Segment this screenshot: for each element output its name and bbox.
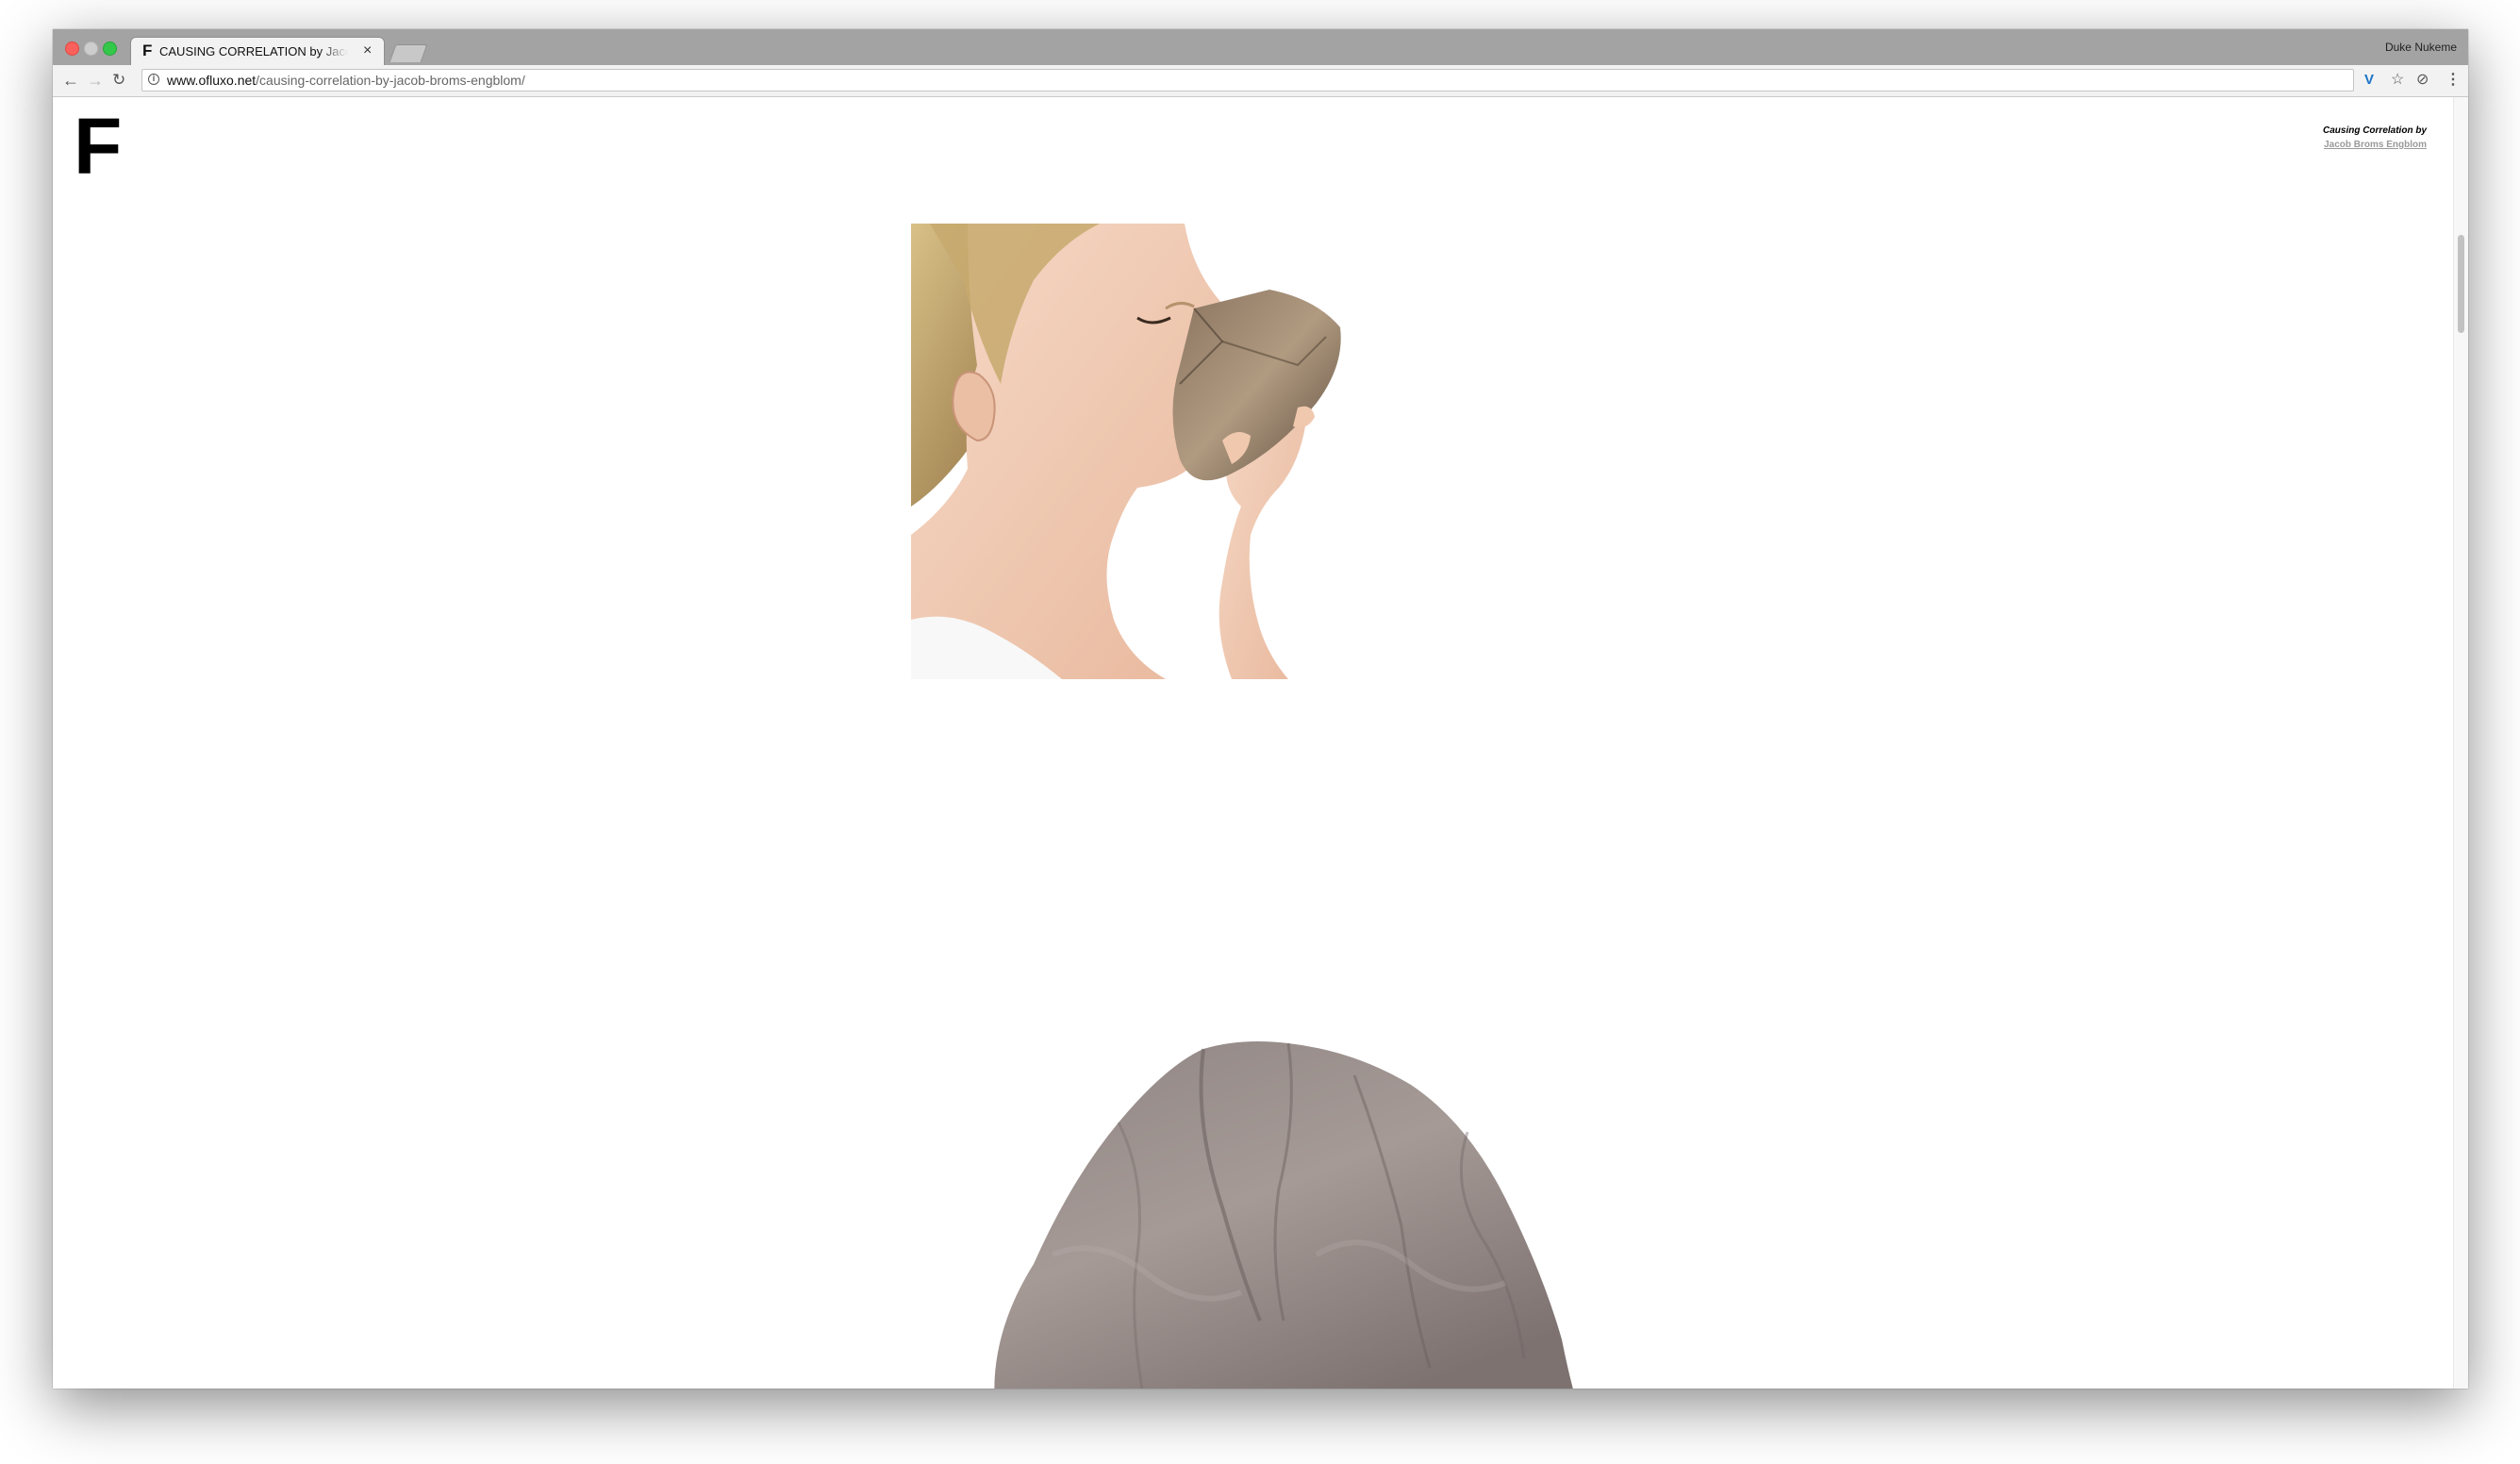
tab-title: CAUSING CORRELATION by Jacob Broms Engbl… <box>159 44 348 58</box>
back-arrow-icon[interactable]: ← <box>62 71 79 90</box>
reload-icon[interactable]: ↻ <box>112 71 125 90</box>
zoom-window-button[interactable] <box>103 42 117 56</box>
extension-icon[interactable]: V <box>2364 71 2374 90</box>
new-tab-button[interactable] <box>389 44 428 62</box>
minimize-window-button[interactable] <box>84 42 98 56</box>
bookmark-star-icon[interactable]: ☆ <box>2391 71 2404 90</box>
site-logo[interactable]: F <box>74 107 122 186</box>
favicon-icon: F <box>142 42 153 59</box>
boulder-illustration <box>994 1041 1573 1389</box>
extension-2-icon[interactable]: ⊘ <box>2416 71 2429 90</box>
info-icon[interactable]: i <box>148 74 159 85</box>
woman-smelling-rock-photo <box>911 224 1356 679</box>
vertical-scrollbar[interactable] <box>2453 97 2468 1389</box>
forward-arrow-icon[interactable]: → <box>87 71 104 90</box>
url-host: www.ofluxo.net <box>167 73 257 88</box>
close-window-button[interactable] <box>65 42 79 56</box>
toolbar: ← → ↻ i www.ofluxo.net/causing-correlati… <box>53 65 2468 97</box>
artwork-credit: Causing Correlation by Jacob Broms Engbl… <box>2323 124 2427 152</box>
tab-strip: F CAUSING CORRELATION by Jacob Broms Eng… <box>53 29 2468 65</box>
credit-title: Causing Correlation by <box>2322 125 2427 136</box>
large-boulder-photo <box>958 1038 1637 1389</box>
address-bar[interactable]: i www.ofluxo.net/causing-correlation-by-… <box>141 69 2354 92</box>
url-path: /causing-correlation-by-jacob-broms-engb… <box>256 73 525 88</box>
woman-smelling-rock-illustration <box>911 224 1356 679</box>
menu-dots-icon[interactable]: ⋮ <box>2445 71 2461 90</box>
tab-active[interactable]: F CAUSING CORRELATION by Jacob Broms Eng… <box>130 37 385 65</box>
profile-name[interactable]: Duke Nukeme <box>2385 41 2457 54</box>
author-link[interactable]: Jacob Broms Engblom <box>2323 138 2427 152</box>
scrollbar-thumb[interactable] <box>2458 235 2464 333</box>
browser-window: F CAUSING CORRELATION by Jacob Broms Eng… <box>53 29 2468 1389</box>
page-viewport: F Causing Correlation by Jacob Broms Eng… <box>53 97 2468 1389</box>
url-text[interactable]: www.ofluxo.net/causing-correlation-by-ja… <box>167 73 525 88</box>
tab-close-icon[interactable]: × <box>363 42 372 59</box>
